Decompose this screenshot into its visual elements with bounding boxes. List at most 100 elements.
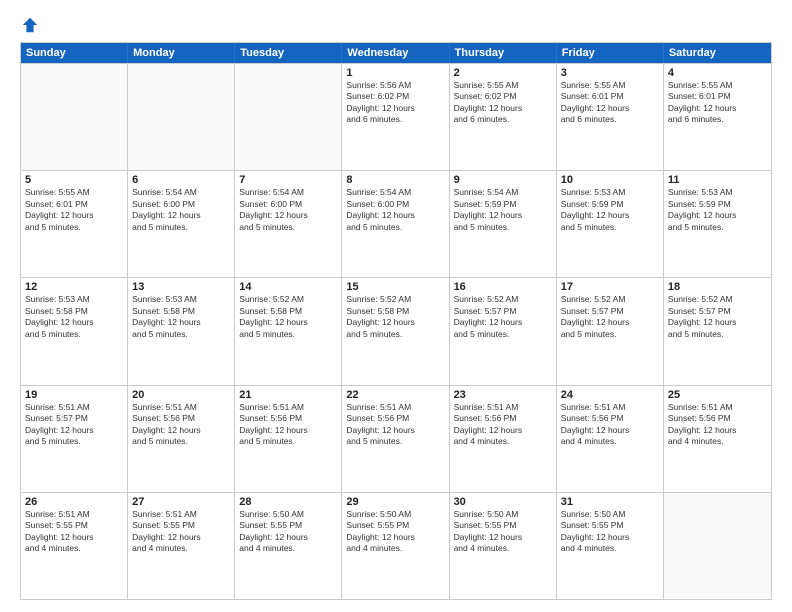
cell-text: Sunrise: 5:54 AM Sunset: 6:00 PM Dayligh…	[346, 187, 444, 233]
header-day-thursday: Thursday	[450, 43, 557, 63]
cell-text: Sunrise: 5:53 AM Sunset: 5:59 PM Dayligh…	[561, 187, 659, 233]
day-number: 27	[132, 496, 230, 508]
calendar-row-1: 5Sunrise: 5:55 AM Sunset: 6:01 PM Daylig…	[21, 170, 771, 277]
day-number: 9	[454, 174, 552, 186]
calendar-cell-empty-0-0	[21, 64, 128, 170]
header-day-friday: Friday	[557, 43, 664, 63]
calendar-cell-6: 6Sunrise: 5:54 AM Sunset: 6:00 PM Daylig…	[128, 171, 235, 277]
header-day-wednesday: Wednesday	[342, 43, 449, 63]
cell-text: Sunrise: 5:50 AM Sunset: 5:55 PM Dayligh…	[239, 509, 337, 555]
cell-text: Sunrise: 5:51 AM Sunset: 5:55 PM Dayligh…	[132, 509, 230, 555]
calendar-cell-3: 3Sunrise: 5:55 AM Sunset: 6:01 PM Daylig…	[557, 64, 664, 170]
calendar-cell-9: 9Sunrise: 5:54 AM Sunset: 5:59 PM Daylig…	[450, 171, 557, 277]
day-number: 10	[561, 174, 659, 186]
calendar-cell-empty-0-1	[128, 64, 235, 170]
cell-text: Sunrise: 5:54 AM Sunset: 6:00 PM Dayligh…	[132, 187, 230, 233]
calendar-cell-29: 29Sunrise: 5:50 AM Sunset: 5:55 PM Dayli…	[342, 493, 449, 599]
calendar-body: 1Sunrise: 5:56 AM Sunset: 6:02 PM Daylig…	[21, 63, 771, 599]
calendar-header: SundayMondayTuesdayWednesdayThursdayFrid…	[21, 43, 771, 63]
header-day-tuesday: Tuesday	[235, 43, 342, 63]
day-number: 4	[668, 67, 767, 79]
day-number: 22	[346, 389, 444, 401]
calendar-cell-14: 14Sunrise: 5:52 AM Sunset: 5:58 PM Dayli…	[235, 278, 342, 384]
day-number: 24	[561, 389, 659, 401]
calendar: SundayMondayTuesdayWednesdayThursdayFrid…	[20, 42, 772, 600]
header-day-saturday: Saturday	[664, 43, 771, 63]
logo	[20, 16, 39, 32]
header	[20, 16, 772, 32]
calendar-cell-22: 22Sunrise: 5:51 AM Sunset: 5:56 PM Dayli…	[342, 386, 449, 492]
calendar-cell-16: 16Sunrise: 5:52 AM Sunset: 5:57 PM Dayli…	[450, 278, 557, 384]
day-number: 7	[239, 174, 337, 186]
calendar-cell-4: 4Sunrise: 5:55 AM Sunset: 6:01 PM Daylig…	[664, 64, 771, 170]
calendar-cell-24: 24Sunrise: 5:51 AM Sunset: 5:56 PM Dayli…	[557, 386, 664, 492]
day-number: 28	[239, 496, 337, 508]
day-number: 6	[132, 174, 230, 186]
day-number: 30	[454, 496, 552, 508]
cell-text: Sunrise: 5:54 AM Sunset: 6:00 PM Dayligh…	[239, 187, 337, 233]
calendar-cell-8: 8Sunrise: 5:54 AM Sunset: 6:00 PM Daylig…	[342, 171, 449, 277]
calendar-cell-12: 12Sunrise: 5:53 AM Sunset: 5:58 PM Dayli…	[21, 278, 128, 384]
day-number: 5	[25, 174, 123, 186]
calendar-row-0: 1Sunrise: 5:56 AM Sunset: 6:02 PM Daylig…	[21, 63, 771, 170]
day-number: 8	[346, 174, 444, 186]
cell-text: Sunrise: 5:55 AM Sunset: 6:01 PM Dayligh…	[561, 80, 659, 126]
day-number: 23	[454, 389, 552, 401]
calendar-cell-13: 13Sunrise: 5:53 AM Sunset: 5:58 PM Dayli…	[128, 278, 235, 384]
calendar-cell-5: 5Sunrise: 5:55 AM Sunset: 6:01 PM Daylig…	[21, 171, 128, 277]
calendar-cell-11: 11Sunrise: 5:53 AM Sunset: 5:59 PM Dayli…	[664, 171, 771, 277]
day-number: 29	[346, 496, 444, 508]
cell-text: Sunrise: 5:55 AM Sunset: 6:02 PM Dayligh…	[454, 80, 552, 126]
calendar-cell-1: 1Sunrise: 5:56 AM Sunset: 6:02 PM Daylig…	[342, 64, 449, 170]
calendar-cell-20: 20Sunrise: 5:51 AM Sunset: 5:56 PM Dayli…	[128, 386, 235, 492]
calendar-cell-15: 15Sunrise: 5:52 AM Sunset: 5:58 PM Dayli…	[342, 278, 449, 384]
day-number: 13	[132, 281, 230, 293]
cell-text: Sunrise: 5:51 AM Sunset: 5:56 PM Dayligh…	[561, 402, 659, 448]
cell-text: Sunrise: 5:55 AM Sunset: 6:01 PM Dayligh…	[668, 80, 767, 126]
calendar-cell-28: 28Sunrise: 5:50 AM Sunset: 5:55 PM Dayli…	[235, 493, 342, 599]
cell-text: Sunrise: 5:51 AM Sunset: 5:56 PM Dayligh…	[454, 402, 552, 448]
calendar-cell-17: 17Sunrise: 5:52 AM Sunset: 5:57 PM Dayli…	[557, 278, 664, 384]
cell-text: Sunrise: 5:54 AM Sunset: 5:59 PM Dayligh…	[454, 187, 552, 233]
calendar-cell-19: 19Sunrise: 5:51 AM Sunset: 5:57 PM Dayli…	[21, 386, 128, 492]
cell-text: Sunrise: 5:51 AM Sunset: 5:57 PM Dayligh…	[25, 402, 123, 448]
calendar-cell-30: 30Sunrise: 5:50 AM Sunset: 5:55 PM Dayli…	[450, 493, 557, 599]
day-number: 17	[561, 281, 659, 293]
calendar-row-2: 12Sunrise: 5:53 AM Sunset: 5:58 PM Dayli…	[21, 277, 771, 384]
logo-icon	[21, 16, 39, 34]
cell-text: Sunrise: 5:55 AM Sunset: 6:01 PM Dayligh…	[25, 187, 123, 233]
calendar-row-3: 19Sunrise: 5:51 AM Sunset: 5:57 PM Dayli…	[21, 385, 771, 492]
cell-text: Sunrise: 5:51 AM Sunset: 5:56 PM Dayligh…	[668, 402, 767, 448]
calendar-cell-25: 25Sunrise: 5:51 AM Sunset: 5:56 PM Dayli…	[664, 386, 771, 492]
calendar-cell-21: 21Sunrise: 5:51 AM Sunset: 5:56 PM Dayli…	[235, 386, 342, 492]
page: SundayMondayTuesdayWednesdayThursdayFrid…	[0, 0, 792, 612]
day-number: 21	[239, 389, 337, 401]
header-day-monday: Monday	[128, 43, 235, 63]
day-number: 1	[346, 67, 444, 79]
header-day-sunday: Sunday	[21, 43, 128, 63]
cell-text: Sunrise: 5:52 AM Sunset: 5:58 PM Dayligh…	[346, 294, 444, 340]
calendar-cell-7: 7Sunrise: 5:54 AM Sunset: 6:00 PM Daylig…	[235, 171, 342, 277]
cell-text: Sunrise: 5:51 AM Sunset: 5:56 PM Dayligh…	[132, 402, 230, 448]
calendar-cell-31: 31Sunrise: 5:50 AM Sunset: 5:55 PM Dayli…	[557, 493, 664, 599]
calendar-cell-empty-4-6	[664, 493, 771, 599]
day-number: 2	[454, 67, 552, 79]
cell-text: Sunrise: 5:51 AM Sunset: 5:55 PM Dayligh…	[25, 509, 123, 555]
cell-text: Sunrise: 5:52 AM Sunset: 5:57 PM Dayligh…	[454, 294, 552, 340]
calendar-row-4: 26Sunrise: 5:51 AM Sunset: 5:55 PM Dayli…	[21, 492, 771, 599]
calendar-cell-empty-0-2	[235, 64, 342, 170]
cell-text: Sunrise: 5:51 AM Sunset: 5:56 PM Dayligh…	[346, 402, 444, 448]
calendar-cell-2: 2Sunrise: 5:55 AM Sunset: 6:02 PM Daylig…	[450, 64, 557, 170]
cell-text: Sunrise: 5:50 AM Sunset: 5:55 PM Dayligh…	[346, 509, 444, 555]
day-number: 18	[668, 281, 767, 293]
day-number: 19	[25, 389, 123, 401]
day-number: 31	[561, 496, 659, 508]
day-number: 16	[454, 281, 552, 293]
cell-text: Sunrise: 5:51 AM Sunset: 5:56 PM Dayligh…	[239, 402, 337, 448]
cell-text: Sunrise: 5:53 AM Sunset: 5:58 PM Dayligh…	[25, 294, 123, 340]
day-number: 26	[25, 496, 123, 508]
day-number: 15	[346, 281, 444, 293]
calendar-cell-23: 23Sunrise: 5:51 AM Sunset: 5:56 PM Dayli…	[450, 386, 557, 492]
calendar-cell-18: 18Sunrise: 5:52 AM Sunset: 5:57 PM Dayli…	[664, 278, 771, 384]
day-number: 12	[25, 281, 123, 293]
